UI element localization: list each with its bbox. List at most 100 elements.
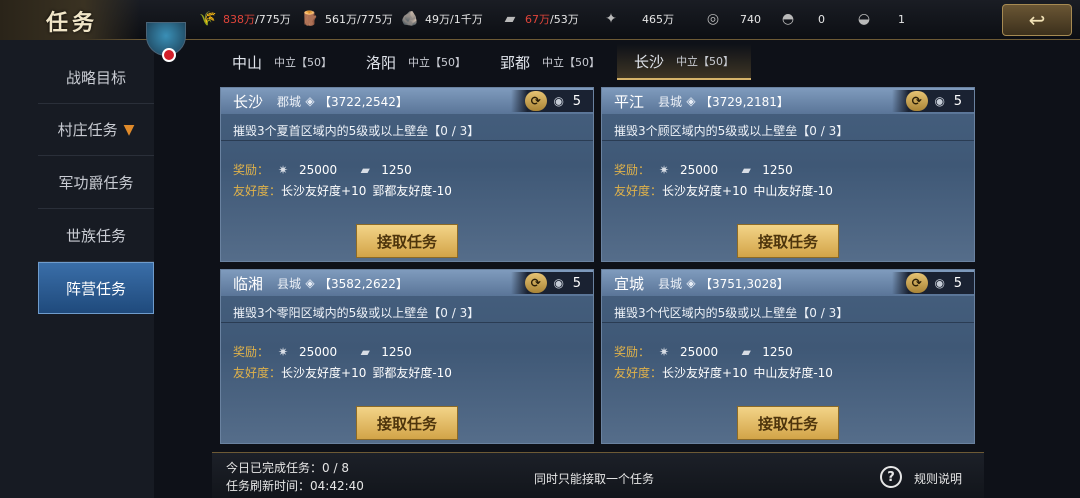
refresh-badge[interactable]: ⟳ ◉ 5 [892, 90, 974, 112]
sidebar-item-faction[interactable]: 阵营任务 [38, 262, 154, 314]
back-button[interactable]: ↩ [1002, 4, 1072, 36]
sidebar-item-clan[interactable]: 世族任务 [38, 210, 154, 262]
resource-value: 838万 [223, 13, 255, 26]
help-icon[interactable]: ? [880, 466, 902, 488]
tab-city: 郢都 [500, 53, 531, 72]
friendship-row: 友好度： 长沙友好度+10 中山友好度-10 [614, 182, 833, 199]
reward-value: 1250 [762, 344, 793, 359]
card-city-name: 长沙 [233, 92, 264, 111]
refresh-badge[interactable]: ⟳ ◉ 5 [511, 90, 593, 112]
reward-label: 奖励： [614, 345, 651, 359]
mission-card: 长沙 郡城 ◈ 【3722,2542】 ⟳ ◉ 5 摧毁3个夏首区域内的5级或以… [220, 87, 594, 262]
tab-city: 洛阳 [366, 53, 397, 72]
reward-row: 奖励： ✷ 25000 ▰ 1250 [233, 343, 426, 360]
iron-icon: ▰ [360, 162, 370, 177]
mission-card: 宜城 县城 ◈ 【3751,3028】 ⟳ ◉ 5 摧毁3个代区域内的5级或以上… [601, 269, 975, 444]
resource-wood[interactable]: 🪵 561万 /775万 [300, 9, 393, 29]
resource-gold[interactable]: ◓ 0 [778, 9, 825, 29]
grain-icon: 🌾 [199, 11, 217, 27]
refresh-badge[interactable]: ⟳ ◉ 5 [511, 272, 593, 294]
friendship-row: 友好度： 长沙友好度+10 郢都友好度-10 [233, 364, 452, 381]
stone-icon: 🪨 [401, 11, 419, 27]
sidebar-item-label: 世族任务 [65, 227, 126, 245]
resource-silver[interactable]: ◒ 1 [854, 9, 905, 29]
daily-status: 今日已完成任务：0 / 8 任务刷新时间：04:42:40 [226, 459, 364, 495]
refresh-cost: 5 [953, 93, 962, 109]
divider [602, 140, 974, 141]
mission-description: 摧毁3个零阳区域内的5级或以上壁垒【0 / 3】 [233, 306, 480, 320]
tab-status: 中立【50】 [676, 55, 735, 68]
reward-row: 奖励： ✷ 25000 ▰ 1250 [233, 161, 426, 178]
resource-value: 740 [740, 12, 761, 26]
sidebar-item-merit[interactable]: 军功爵任务 [38, 157, 154, 209]
resource-stone[interactable]: 🪨 49万 /1千万 [400, 9, 482, 29]
divider [602, 322, 974, 323]
resource-cap: /775万 [357, 13, 393, 26]
card-city-type: 县城 [277, 276, 302, 291]
friendship-gain: 长沙友好度+10 [281, 184, 367, 198]
tab-changsha[interactable]: 长沙 中立【50】 [617, 44, 752, 80]
friendship-label: 友好度： [614, 184, 663, 198]
tab-luoyang[interactable]: 洛阳 中立【50】 [349, 44, 483, 80]
card-city-type: 县城 [658, 94, 683, 109]
reward-value: 25000 [680, 344, 719, 359]
reward-value: 25000 [680, 162, 719, 177]
friendship-loss: 中山友好度-10 [753, 366, 833, 380]
reward-value: 25000 [299, 162, 338, 177]
card-header: 平江 县城 ◈ 【3729,2181】 ⟳ ◉ 5 [602, 88, 974, 114]
notification-dot [162, 48, 176, 62]
refresh-icon: ⟳ [524, 273, 547, 293]
coin-bag-icon: ◉ [934, 94, 945, 108]
reward-label: 奖励： [233, 345, 270, 359]
reward-value: 25000 [299, 344, 338, 359]
resource-grain[interactable]: 🌾 838万 /775万 [198, 9, 291, 29]
resource-iron[interactable]: ▰ 67万 /53万 [500, 9, 579, 29]
tab-zhongshan[interactable]: 中山 中立【50】 [215, 44, 349, 80]
friendship-loss: 中山友好度-10 [753, 184, 833, 198]
friendship-row: 友好度： 长沙友好度+10 中山友好度-10 [614, 364, 833, 381]
accept-mission-button[interactable]: 接取任务 [737, 406, 839, 440]
refresh-badge[interactable]: ⟳ ◉ 5 [892, 272, 974, 294]
sidebar-item-label: 军功爵任务 [58, 174, 134, 192]
daily-done-label: 今日已完成任务： [226, 461, 323, 475]
location-pin-icon[interactable]: ◈ [684, 94, 698, 108]
resource-value: 561万 [325, 13, 357, 26]
resource-value: 0 [818, 12, 825, 26]
coin-bag-icon: ◉ [934, 276, 945, 290]
sidebar-item-label: 村庄任务 [57, 121, 118, 139]
refresh-icon: ⟳ [905, 91, 928, 111]
card-coordinates[interactable]: 【3582,2622】 [319, 275, 408, 292]
card-coordinates[interactable]: 【3722,2542】 [319, 93, 408, 110]
friendship-gain: 长沙友好度+10 [662, 184, 748, 198]
tab-yingdu[interactable]: 郢都 中立【50】 [483, 44, 617, 80]
resource-value: 1 [898, 12, 905, 26]
merit-icon: ✷ [277, 344, 289, 359]
location-pin-icon[interactable]: ◈ [303, 94, 317, 108]
reward-row: 奖励： ✷ 25000 ▰ 1250 [614, 343, 807, 360]
friendship-label: 友好度： [233, 366, 282, 380]
reward-row: 奖励： ✷ 25000 ▰ 1250 [614, 161, 807, 178]
location-pin-icon[interactable]: ◈ [303, 276, 317, 290]
resource-copper[interactable]: ◎ 740 [703, 9, 761, 29]
accept-mission-button[interactable]: 接取任务 [737, 224, 839, 258]
sidebar-item-village[interactable]: 村庄任务 ▼ [38, 104, 154, 156]
sidebar-item-strategy[interactable]: 战略目标 [38, 52, 154, 104]
resource-cap: /775万 [255, 13, 291, 26]
resource-decree[interactable]: ✦ 465万 [601, 9, 674, 29]
tab-status: 中立【50】 [274, 56, 333, 69]
accept-mission-button[interactable]: 接取任务 [356, 406, 458, 440]
location-pin-icon[interactable]: ◈ [684, 276, 698, 290]
friendship-loss: 郢都友好度-10 [372, 184, 452, 198]
iron-icon: ▰ [504, 11, 516, 27]
card-coordinates[interactable]: 【3729,2181】 [700, 93, 789, 110]
friendship-row: 友好度： 长沙友好度+10 郢都友好度-10 [233, 182, 452, 199]
accept-mission-button[interactable]: 接取任务 [356, 224, 458, 258]
card-city-name: 临湘 [233, 274, 264, 293]
footer: 今日已完成任务：0 / 8 任务刷新时间：04:42:40 同时只能接取一个任务… [212, 452, 984, 498]
back-arrow-icon: ↩ [1028, 8, 1046, 32]
iron-icon: ▰ [741, 344, 751, 359]
card-coordinates[interactable]: 【3751,3028】 [700, 275, 789, 292]
card-city-type: 郡城 [277, 94, 302, 109]
rules-button[interactable]: 规则说明 [914, 470, 962, 487]
sidebar-item-label: 阵营任务 [65, 279, 126, 298]
